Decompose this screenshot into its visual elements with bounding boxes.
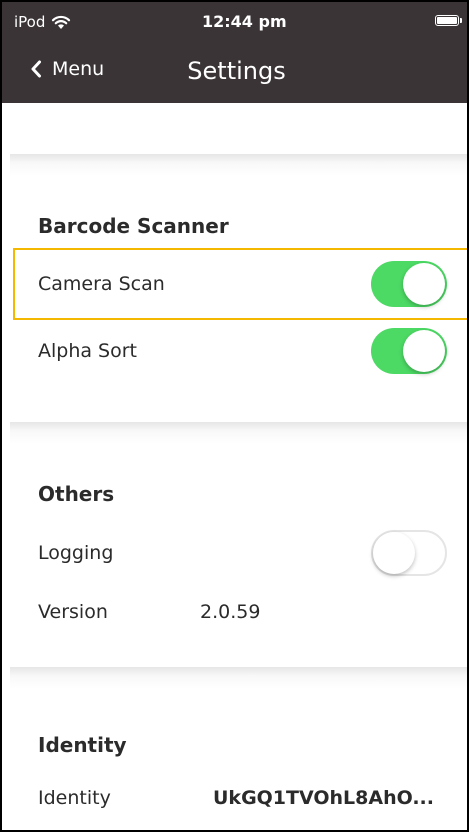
device-name: iPod <box>14 13 46 31</box>
version-label: Version <box>38 601 108 623</box>
top-bar: iPod 12:44 pm Menu Settings <box>2 2 467 103</box>
page-title: Settings <box>187 57 286 85</box>
section-separator <box>10 422 467 444</box>
wifi-icon <box>52 15 71 29</box>
toggle-knob <box>403 330 445 372</box>
status-bar-left: iPod <box>14 13 71 31</box>
logging-label: Logging <box>38 542 114 564</box>
logging-toggle[interactable] <box>371 530 447 576</box>
toggle-knob <box>403 263 445 305</box>
section-title-others: Others <box>38 482 115 506</box>
camera-scan-toggle[interactable] <box>371 261 447 307</box>
section-title-barcode-scanner: Barcode Scanner <box>38 214 229 238</box>
app-screen: iPod 12:44 pm Menu Settings Barcode Scan… <box>0 0 469 832</box>
version-value: 2.0.59 <box>200 601 261 623</box>
identity-value: UkGQ1TVOhL8AhO... <box>213 787 434 809</box>
camera-scan-label: Camera Scan <box>38 273 165 295</box>
status-time: 12:44 pm <box>202 12 287 31</box>
battery-icon <box>435 15 462 26</box>
section-title-identity: Identity <box>38 733 127 757</box>
alpha-sort-label: Alpha Sort <box>38 340 138 362</box>
identity-label: Identity <box>38 787 111 809</box>
section-separator <box>10 154 467 176</box>
section-separator <box>10 667 467 689</box>
alpha-sort-toggle[interactable] <box>371 328 447 374</box>
toggle-knob <box>373 532 415 574</box>
